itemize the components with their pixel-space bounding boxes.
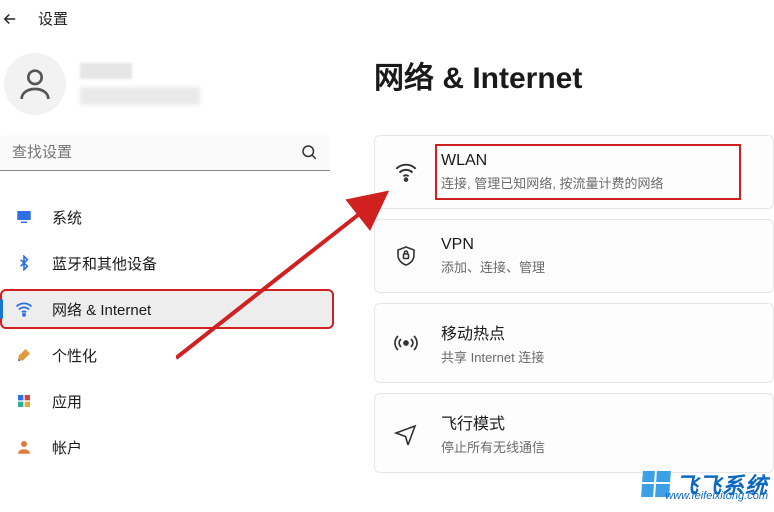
nav-apps[interactable]: 应用: [0, 381, 334, 421]
card-airplane[interactable]: 飞行模式 停止所有无线通信: [374, 393, 774, 473]
nav-label: 应用: [52, 391, 82, 412]
profile-block[interactable]: [4, 53, 334, 115]
page-heading: 网络 & Internet: [374, 53, 774, 97]
nav-bluetooth[interactable]: 蓝牙和其他设备: [0, 243, 334, 283]
card-vpn[interactable]: VPN 添加、连接、管理: [374, 219, 774, 293]
card-subtitle: 停止所有无线通信: [441, 437, 545, 456]
avatar: [4, 53, 66, 115]
nav-system[interactable]: 系统: [0, 197, 334, 237]
card-title: WLAN: [441, 152, 663, 170]
nav-label: 个性化: [52, 345, 97, 366]
watermark-url: www.feifeixitong.com: [665, 490, 768, 502]
apps-icon: [14, 391, 34, 411]
nav-label: 帐户: [52, 437, 82, 458]
wifi-icon: [393, 159, 419, 185]
app-title: 设置: [38, 8, 68, 29]
hotspot-icon: [393, 331, 419, 355]
airplane-icon: [393, 421, 419, 445]
wifi-icon: [14, 299, 34, 319]
nav-label: 系统: [52, 207, 82, 228]
card-wlan[interactable]: WLAN 连接, 管理已知网络, 按流量计费的网络: [374, 135, 774, 209]
search-input[interactable]: [0, 135, 330, 171]
main-content: 网络 & Internet WLAN 连接, 管理已知网络, 按流量计费的网络 …: [374, 35, 774, 473]
search-box[interactable]: [0, 135, 330, 171]
profile-name-redacted: [80, 63, 200, 105]
shield-lock-icon: [393, 244, 419, 268]
bluetooth-icon: [14, 253, 34, 273]
search-icon: [300, 143, 318, 166]
person-icon: [14, 437, 34, 457]
card-subtitle: 共享 Internet 连接: [441, 347, 544, 366]
sidebar: 系统 蓝牙和其他设备 网络 & Internet 个性化: [0, 35, 334, 473]
nav-label: 蓝牙和其他设备: [52, 253, 157, 274]
nav-list: 系统 蓝牙和其他设备 网络 & Internet 个性化: [0, 197, 334, 467]
card-subtitle: 添加、连接、管理: [441, 257, 545, 276]
card-title: 飞行模式: [441, 410, 545, 434]
nav-accounts[interactable]: 帐户: [0, 427, 334, 467]
card-title: 移动热点: [441, 320, 544, 344]
card-hotspot[interactable]: 移动热点 共享 Internet 连接: [374, 303, 774, 383]
brush-icon: [14, 345, 34, 365]
back-icon[interactable]: [0, 9, 20, 29]
card-title: VPN: [441, 236, 545, 254]
nav-personalization[interactable]: 个性化: [0, 335, 334, 375]
watermark: 飞飞系统 www.feifeixitong.com: [642, 468, 768, 500]
card-subtitle: 连接, 管理已知网络, 按流量计费的网络: [441, 173, 663, 192]
monitor-icon: [14, 207, 34, 227]
nav-label: 网络 & Internet: [52, 299, 151, 320]
nav-network[interactable]: 网络 & Internet: [0, 289, 334, 329]
